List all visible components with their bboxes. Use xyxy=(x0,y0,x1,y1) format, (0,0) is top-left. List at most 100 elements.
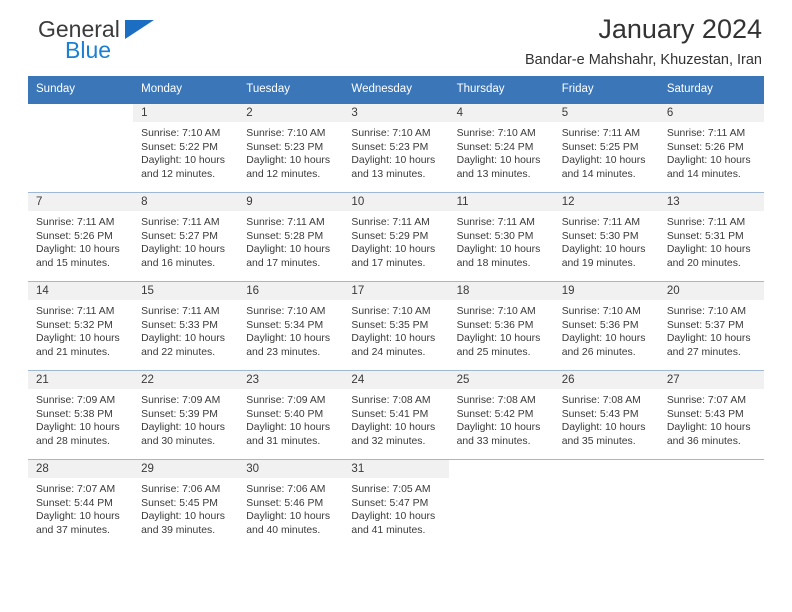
sunset-text: Sunset: 5:45 PM xyxy=(141,497,218,509)
calendar-cell: 25 Sunrise: 7:08 AM Sunset: 5:42 PM Dayligh… xyxy=(448,370,554,460)
calendar-day[interactable]: 18 Sunrise: 7:10 AM Sunset: 5:36 PM Dayligh… xyxy=(448,282,554,370)
calendar-cell: 29 Sunrise: 7:06 AM Sunset: 5:45 PM Dayligh… xyxy=(133,459,239,548)
calendar-day[interactable]: 26 Sunrise: 7:08 AM Sunset: 5:43 PM Dayligh… xyxy=(553,371,659,459)
calendar-day[interactable]: 12 Sunrise: 7:11 AM Sunset: 5:30 PM Dayligh… xyxy=(553,193,659,281)
calendar-day[interactable]: 30 Sunrise: 7:06 AM Sunset: 5:46 PM Dayligh… xyxy=(238,460,344,548)
sunset-text: Sunset: 5:32 PM xyxy=(36,319,113,331)
calendar-day[interactable]: 8 Sunrise: 7:11 AM Sunset: 5:27 PM Daylight… xyxy=(133,193,239,281)
day-number: 11 xyxy=(448,193,554,211)
daylight-text-line1: Daylight: 10 hours xyxy=(561,333,646,345)
daylight-text-line2: and 37 minutes. xyxy=(36,524,110,536)
calendar-cell: 28 Sunrise: 7:07 AM Sunset: 5:44 PM Dayligh… xyxy=(28,459,134,548)
day-number: 14 xyxy=(28,282,134,300)
day-sun-info: Sunrise: 7:08 AM Sunset: 5:42 PM Daylight:… xyxy=(449,389,554,448)
calendar-day[interactable]: 17 Sunrise: 7:10 AM Sunset: 5:35 PM Dayligh… xyxy=(343,282,449,370)
page-title: January 2024 xyxy=(598,14,762,44)
sunrise-text: Sunrise: 7:10 AM xyxy=(456,306,536,317)
daylight-text-line2: and 18 minutes. xyxy=(456,257,531,269)
sunset-text: Sunset: 5:23 PM xyxy=(246,141,324,153)
calendar-body: 1 Sunrise: 7:10 AM Sunset: 5:22 PM Daylight… xyxy=(28,104,764,548)
calendar-day[interactable]: 7 Sunrise: 7:11 AM Sunset: 5:26 PM Daylight… xyxy=(28,193,134,281)
calendar-cell: 11 Sunrise: 7:11 AM Sunset: 5:30 PM Dayligh… xyxy=(448,192,554,282)
day-number: 30 xyxy=(238,460,344,478)
day-sun-info: Sunrise: 7:09 AM Sunset: 5:39 PM Daylight:… xyxy=(133,389,238,448)
calendar-day[interactable]: 6 Sunrise: 7:11 AM Sunset: 5:26 PM Daylight… xyxy=(658,104,764,192)
calendar-day[interactable]: 13 Sunrise: 7:11 AM Sunset: 5:31 PM Dayligh… xyxy=(658,193,764,281)
daylight-text-line2: and 40 minutes. xyxy=(246,524,321,536)
day-sun-info: Sunrise: 7:08 AM Sunset: 5:43 PM Daylight:… xyxy=(554,389,659,448)
calendar-day[interactable]: 14 Sunrise: 7:11 AM Sunset: 5:32 PM Dayligh… xyxy=(28,282,134,370)
daylight-text-line2: and 23 minutes. xyxy=(246,346,321,358)
general-blue-logo[interactable]: General Blue xyxy=(28,16,228,68)
daylight-text-line1: Daylight: 10 hours xyxy=(246,511,331,523)
calendar-day[interactable]: 19 Sunrise: 7:10 AM Sunset: 5:36 PM Dayligh… xyxy=(553,282,659,370)
sunset-text: Sunset: 5:23 PM xyxy=(351,141,429,153)
daylight-text-line1: Daylight: 10 hours xyxy=(351,422,436,434)
sunrise-text: Sunrise: 7:11 AM xyxy=(36,306,115,317)
sunrise-text: Sunrise: 7:10 AM xyxy=(561,306,641,317)
daylight-text-line1: Daylight: 10 hours xyxy=(351,244,436,256)
calendar-day[interactable]: 20 Sunrise: 7:10 AM Sunset: 5:37 PM Dayligh… xyxy=(658,282,764,370)
calendar-day[interactable]: 5 Sunrise: 7:11 AM Sunset: 5:25 PM Daylight… xyxy=(553,104,659,192)
daylight-text-line1: Daylight: 10 hours xyxy=(36,422,120,434)
calendar-cell: 7 Sunrise: 7:11 AM Sunset: 5:26 PM Daylight… xyxy=(28,192,134,282)
calendar-day[interactable]: 3 Sunrise: 7:10 AM Sunset: 5:23 PM Daylight… xyxy=(343,104,449,192)
daylight-text-line1: Daylight: 10 hours xyxy=(246,422,331,434)
daylight-text-line1: Daylight: 10 hours xyxy=(456,155,541,167)
day-number xyxy=(28,104,133,122)
calendar-day[interactable]: 2 Sunrise: 7:10 AM Sunset: 5:23 PM Daylight… xyxy=(238,104,344,192)
calendar-day[interactable]: 10 Sunrise: 7:11 AM Sunset: 5:29 PM Dayligh… xyxy=(343,193,449,281)
calendar-day[interactable]: 15 Sunrise: 7:11 AM Sunset: 5:33 PM Dayligh… xyxy=(133,282,239,370)
calendar-day-empty xyxy=(28,104,133,192)
sunrise-text: Sunrise: 7:05 AM xyxy=(351,484,431,495)
title-block: January 2024 Bandar-e Mahshahr, Khuzesta… xyxy=(525,14,764,69)
day-sun-info: Sunrise: 7:10 AM Sunset: 5:37 PM Daylight:… xyxy=(659,300,764,359)
calendar-day[interactable]: 27 Sunrise: 7:07 AM Sunset: 5:43 PM Dayligh… xyxy=(658,371,764,459)
daylight-text-line1: Daylight: 10 hours xyxy=(666,333,751,345)
sunset-text: Sunset: 5:26 PM xyxy=(666,141,744,153)
sunset-text: Sunset: 5:29 PM xyxy=(351,230,429,242)
sunrise-text: Sunrise: 7:08 AM xyxy=(351,395,431,406)
day-sun-info: Sunrise: 7:07 AM Sunset: 5:44 PM Daylight:… xyxy=(28,478,133,537)
daylight-text-line1: Daylight: 10 hours xyxy=(666,155,751,167)
calendar-day[interactable]: 9 Sunrise: 7:11 AM Sunset: 5:28 PM Daylight… xyxy=(238,193,344,281)
calendar-cell: 16 Sunrise: 7:10 AM Sunset: 5:34 PM Dayligh… xyxy=(238,281,344,371)
daylight-text-line1: Daylight: 10 hours xyxy=(351,155,436,167)
sunrise-text: Sunrise: 7:07 AM xyxy=(666,395,746,406)
daylight-text-line1: Daylight: 10 hours xyxy=(666,244,751,256)
day-number: 18 xyxy=(448,282,554,300)
calendar-day[interactable]: 29 Sunrise: 7:06 AM Sunset: 5:45 PM Dayligh… xyxy=(133,460,239,548)
sunrise-text: Sunrise: 7:09 AM xyxy=(246,395,326,406)
calendar-cell xyxy=(448,459,554,548)
logo-triangle-icon xyxy=(125,20,154,39)
calendar-cell: 3 Sunrise: 7:10 AM Sunset: 5:23 PM Daylight… xyxy=(343,104,449,193)
sunrise-text: Sunrise: 7:11 AM xyxy=(666,217,746,228)
calendar-day[interactable]: 31 Sunrise: 7:05 AM Sunset: 5:47 PM Dayligh… xyxy=(343,460,449,548)
day-number: 24 xyxy=(343,371,449,389)
weekday-header-sunday: Sunday xyxy=(28,76,134,104)
calendar-day[interactable]: 1 Sunrise: 7:10 AM Sunset: 5:22 PM Daylight… xyxy=(133,104,239,192)
calendar-day[interactable]: 25 Sunrise: 7:08 AM Sunset: 5:42 PM Dayligh… xyxy=(448,371,554,459)
calendar-day[interactable]: 21 Sunrise: 7:09 AM Sunset: 5:38 PM Dayligh… xyxy=(28,371,134,459)
calendar-day[interactable]: 11 Sunrise: 7:11 AM Sunset: 5:30 PM Dayligh… xyxy=(448,193,554,281)
day-sun-info: Sunrise: 7:10 AM Sunset: 5:23 PM Daylight:… xyxy=(343,122,448,181)
daylight-text-line2: and 28 minutes. xyxy=(36,435,110,447)
sunset-text: Sunset: 5:37 PM xyxy=(666,319,744,331)
sunset-text: Sunset: 5:47 PM xyxy=(351,497,429,509)
day-number: 2 xyxy=(238,104,344,122)
day-sun-info: Sunrise: 7:07 AM Sunset: 5:43 PM Daylight:… xyxy=(659,389,764,448)
daylight-text-line1: Daylight: 10 hours xyxy=(456,333,541,345)
calendar-day[interactable]: 24 Sunrise: 7:08 AM Sunset: 5:41 PM Dayligh… xyxy=(343,371,449,459)
calendar-day[interactable]: 22 Sunrise: 7:09 AM Sunset: 5:39 PM Dayligh… xyxy=(133,371,239,459)
daylight-text-line2: and 41 minutes. xyxy=(351,524,426,536)
daylight-text-line2: and 13 minutes. xyxy=(351,168,426,180)
calendar-day[interactable]: 28 Sunrise: 7:07 AM Sunset: 5:44 PM Dayligh… xyxy=(28,460,134,548)
day-number: 28 xyxy=(28,460,134,478)
sunrise-text: Sunrise: 7:11 AM xyxy=(456,217,535,228)
weekday-header-row: Sunday Monday Tuesday Wednesday Thursday… xyxy=(28,76,764,104)
sunrise-text: Sunrise: 7:09 AM xyxy=(141,395,221,406)
daylight-text-line1: Daylight: 10 hours xyxy=(351,333,436,345)
calendar-day[interactable]: 16 Sunrise: 7:10 AM Sunset: 5:34 PM Dayligh… xyxy=(238,282,344,370)
calendar-day[interactable]: 23 Sunrise: 7:09 AM Sunset: 5:40 PM Dayligh… xyxy=(238,371,344,459)
calendar-day[interactable]: 4 Sunrise: 7:10 AM Sunset: 5:24 PM Daylight… xyxy=(448,104,554,192)
